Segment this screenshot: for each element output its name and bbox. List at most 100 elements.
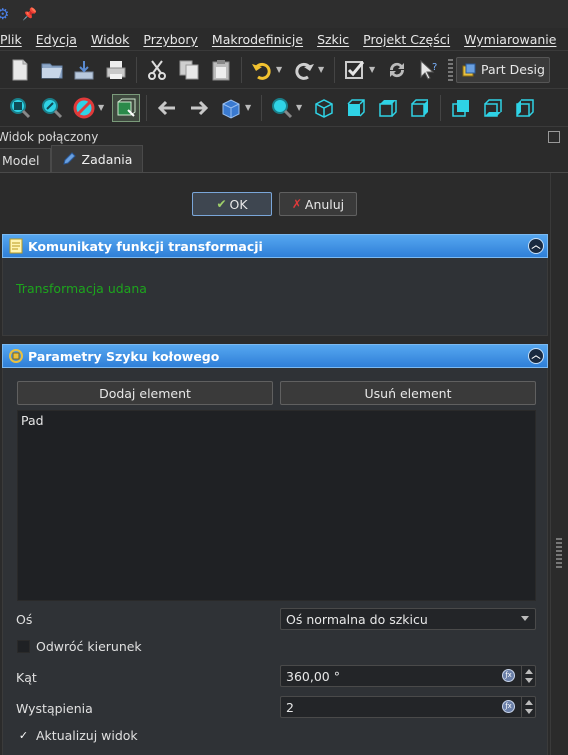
std-views-icon[interactable] xyxy=(217,94,245,122)
view-top-icon[interactable] xyxy=(374,94,402,122)
angle-stepper[interactable] xyxy=(521,666,535,686)
toolbar-separator xyxy=(136,56,137,83)
axis-label: Oś xyxy=(16,612,33,627)
menu-dimensioning[interactable]: Wymiarowanie xyxy=(457,32,563,47)
cut-icon[interactable] xyxy=(143,56,171,84)
reverse-direction-checkbox[interactable]: Odwróć kierunek xyxy=(17,639,142,654)
angle-spinbox[interactable]: 360,00 ° ƒx xyxy=(280,665,536,687)
tab-tasks[interactable]: Zadania xyxy=(50,145,144,172)
back-arrow-icon[interactable] xyxy=(153,94,181,122)
view-front-icon[interactable] xyxy=(342,94,370,122)
undo-dropdown-icon[interactable]: ▼ xyxy=(276,65,286,74)
panel-title: Widok połączony xyxy=(0,129,99,144)
isometric-dropdown-icon[interactable]: ▼ xyxy=(296,103,306,112)
expression-icon[interactable]: ƒx xyxy=(502,669,515,682)
collapse-chevron-icon[interactable]: ︿ xyxy=(528,238,544,254)
redo-icon[interactable] xyxy=(290,56,318,84)
workbench-label: Part Desig xyxy=(481,62,545,77)
cancel-button[interactable]: ✗ Anuluj xyxy=(279,192,357,216)
draw-style-icon[interactable] xyxy=(70,94,98,122)
remove-feature-button[interactable]: Usuń element xyxy=(280,381,536,405)
toolbar-grip[interactable] xyxy=(448,58,453,81)
print-icon[interactable] xyxy=(102,56,130,84)
toolbar-separator xyxy=(334,56,335,83)
menu-sketch[interactable]: Szkic xyxy=(310,32,356,47)
view-bottom-icon[interactable] xyxy=(479,94,507,122)
tab-model[interactable]: Model xyxy=(0,148,51,172)
view-right-icon[interactable] xyxy=(406,94,434,122)
angle-value: 360,00 ° xyxy=(286,668,340,684)
toolbar-separator xyxy=(261,94,262,121)
combo-view-tabs: Model Zadania xyxy=(0,145,568,173)
isometric-zoom-icon[interactable] xyxy=(268,94,296,122)
view-toolbar: ▼ ▼ ▼ xyxy=(0,88,568,126)
paste-icon[interactable] xyxy=(207,56,235,84)
axis-select-value: Oś normalna do szkicu xyxy=(286,611,428,627)
chevron-up-icon[interactable] xyxy=(525,669,533,674)
chevron-down-icon[interactable] xyxy=(525,678,533,683)
menu-help[interactable]: O xyxy=(563,32,568,47)
menu-view[interactable]: Widok xyxy=(84,32,136,47)
open-folder-icon[interactable] xyxy=(38,56,66,84)
forward-arrow-icon[interactable] xyxy=(185,94,213,122)
params-box-title: Parametry Szyku kołowego xyxy=(28,348,220,364)
cancel-label: Anuluj xyxy=(304,196,345,212)
new-document-icon[interactable] xyxy=(6,56,34,84)
whats-this-icon[interactable]: ? xyxy=(415,56,443,84)
occurrences-spinbox[interactable]: 2 ƒx xyxy=(280,696,536,718)
menu-tools[interactable]: Przybory xyxy=(136,32,205,47)
fit-selection-icon[interactable] xyxy=(38,94,66,122)
occurrences-stepper[interactable] xyxy=(521,697,535,717)
menu-file[interactable]: Plik xyxy=(0,32,29,47)
expression-icon[interactable]: ƒx xyxy=(502,700,515,713)
undo-icon[interactable] xyxy=(248,56,276,84)
chevron-down-icon[interactable] xyxy=(525,709,533,714)
view-left-icon[interactable] xyxy=(511,94,539,122)
feature-list[interactable]: Pad xyxy=(17,410,536,601)
pin-icon[interactable]: 📌 xyxy=(22,7,37,21)
menu-part-design[interactable]: Projekt Części xyxy=(356,32,457,47)
refresh-dropdown-icon[interactable]: ▼ xyxy=(369,65,379,74)
ok-button[interactable]: ✔ OK xyxy=(192,192,272,216)
toolbar-separator xyxy=(241,56,242,83)
angle-label: Kąt xyxy=(16,670,37,685)
splitter-grip[interactable] xyxy=(556,538,562,568)
view-isometric-icon[interactable] xyxy=(310,94,338,122)
part-design-icon xyxy=(462,63,476,76)
redo-dropdown-icon[interactable]: ▼ xyxy=(318,65,328,74)
freecad-gear-icon[interactable]: ⚙ xyxy=(0,6,12,22)
messages-box-title: Komunikaty funkcji transformacji xyxy=(28,238,263,254)
menu-edit[interactable]: Edycja xyxy=(29,32,84,47)
messages-box-body: Transformacja udana xyxy=(2,258,548,336)
chevron-down-icon xyxy=(521,616,529,621)
bounding-box-icon[interactable] xyxy=(112,93,140,122)
view-rear-icon[interactable] xyxy=(447,94,475,122)
chevron-up-icon[interactable] xyxy=(525,700,533,705)
menu-macro[interactable]: Makrodefinicje xyxy=(205,32,310,47)
copy-icon[interactable] xyxy=(175,56,203,84)
draw-style-dropdown-icon[interactable]: ▼ xyxy=(98,103,108,112)
check-icon[interactable]: ✓ xyxy=(17,729,30,742)
remove-feature-label: Usuń element xyxy=(364,385,452,401)
occurrences-value: 2 xyxy=(286,699,294,715)
add-feature-button[interactable]: Dodaj element xyxy=(17,381,273,405)
undock-icon[interactable] xyxy=(548,130,560,143)
note-icon xyxy=(9,238,23,254)
task-panel: ✔ OK ✗ Anuluj Komunikaty funkcji transfo… xyxy=(0,173,568,755)
axis-select[interactable]: Oś normalna do szkicu xyxy=(280,608,536,630)
toolbar-separator xyxy=(440,94,441,121)
recompute-icon[interactable] xyxy=(383,56,411,84)
collapse-chevron-icon[interactable]: ︿ xyxy=(528,348,544,364)
messages-box-header[interactable]: Komunikaty funkcji transformacji ︿ xyxy=(2,234,548,258)
refresh-check-icon[interactable] xyxy=(341,56,369,84)
scrollbar[interactable] xyxy=(550,173,568,755)
save-icon[interactable] xyxy=(70,56,98,84)
update-view-checkbox[interactable]: ✓ Aktualizuj widok xyxy=(17,728,138,743)
std-views-dropdown-icon[interactable]: ▼ xyxy=(245,103,255,112)
params-box-header[interactable]: Parametry Szyku kołowego ︿ xyxy=(2,344,548,368)
fit-all-icon[interactable] xyxy=(6,94,34,122)
list-item[interactable]: Pad xyxy=(18,411,535,430)
workbench-selector[interactable]: Part Desig xyxy=(456,56,550,83)
reverse-checkbox-box[interactable] xyxy=(17,640,30,653)
add-feature-label: Dodaj element xyxy=(99,385,191,401)
